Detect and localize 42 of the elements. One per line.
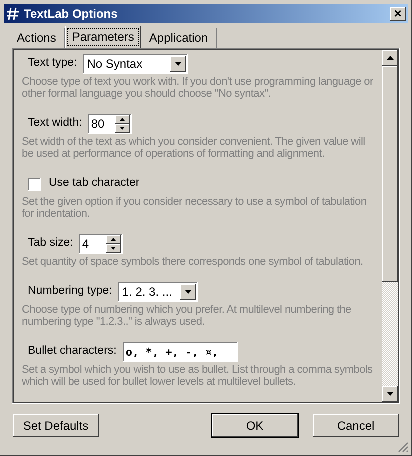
cancel-button[interactable]: Cancel bbox=[313, 414, 399, 437]
description-text: Set width of the text as which you consider convenient. The given value will be used at performance of operations of formatting and alignment. bbox=[22, 136, 366, 160]
checkbox[interactable] bbox=[28, 178, 41, 190]
spin-field[interactable]: 4 bbox=[79, 234, 124, 254]
spin-field[interactable]: 80 bbox=[88, 114, 132, 134]
field-label: Use tab character bbox=[49, 176, 140, 192]
scroll-down-button[interactable] bbox=[382, 386, 398, 402]
up-arrow-icon bbox=[386, 56, 394, 60]
close-button[interactable]: × bbox=[390, 6, 406, 20]
app-icon bbox=[6, 6, 20, 20]
description-text: Set the given option if you consider necessary to use a symbol of tabulation for indentation. bbox=[22, 196, 368, 220]
caret-icon bbox=[174, 62, 182, 66]
window-title: TextLab Options bbox=[24, 6, 119, 22]
spin-down-button[interactable] bbox=[106, 244, 122, 253]
defaults-button[interactable]: Set Defaults bbox=[13, 414, 99, 437]
description-text: Choose type of text you work with. If you don't use programming language or other formal language you should choose "No syntax". bbox=[22, 76, 374, 100]
ok-button[interactable]: OK bbox=[212, 414, 298, 437]
down-arrow-icon bbox=[111, 247, 116, 250]
spin-up-button[interactable] bbox=[115, 115, 130, 124]
scroll-up-button[interactable] bbox=[382, 50, 398, 66]
scroll-thumb[interactable] bbox=[382, 66, 398, 282]
field-label: Tab size: bbox=[28, 236, 74, 252]
dropdown[interactable]: No Syntax bbox=[83, 54, 188, 74]
resize-grip-icon bbox=[398, 442, 409, 453]
up-arrow-icon bbox=[111, 238, 116, 241]
field-label: Text type: bbox=[28, 56, 78, 72]
description-text: Set quantity of space symbols there corresponds one symbol of tabulation. bbox=[22, 256, 364, 268]
field-label: Numbering type: bbox=[28, 284, 112, 300]
scrollbar[interactable] bbox=[382, 50, 398, 402]
description-text: Choose type of numbering which you prefer. At multilevel numbering the numbering type "1.2.3.." is always used. bbox=[22, 304, 352, 328]
field-label: Text width: bbox=[28, 116, 82, 132]
field-label: Bullet characters: bbox=[28, 344, 117, 360]
tab[interactable]: Parameters bbox=[65, 26, 142, 48]
up-arrow-icon bbox=[120, 118, 126, 121]
spin-down-button[interactable] bbox=[115, 124, 130, 133]
description-text: Set a symbol which you wish to use as bullet. List through a comma symbols which will be used for bullet lower levels at multilevel bullets. bbox=[22, 364, 374, 388]
spin-up-button[interactable] bbox=[106, 235, 122, 244]
dropdown[interactable]: 1. 2. 3. ... bbox=[118, 282, 198, 302]
caret-icon bbox=[184, 290, 192, 294]
down-arrow-icon bbox=[386, 392, 394, 396]
down-arrow-icon bbox=[120, 127, 126, 130]
input-field[interactable]: o, *, +, -, ¤, bbox=[122, 342, 238, 362]
